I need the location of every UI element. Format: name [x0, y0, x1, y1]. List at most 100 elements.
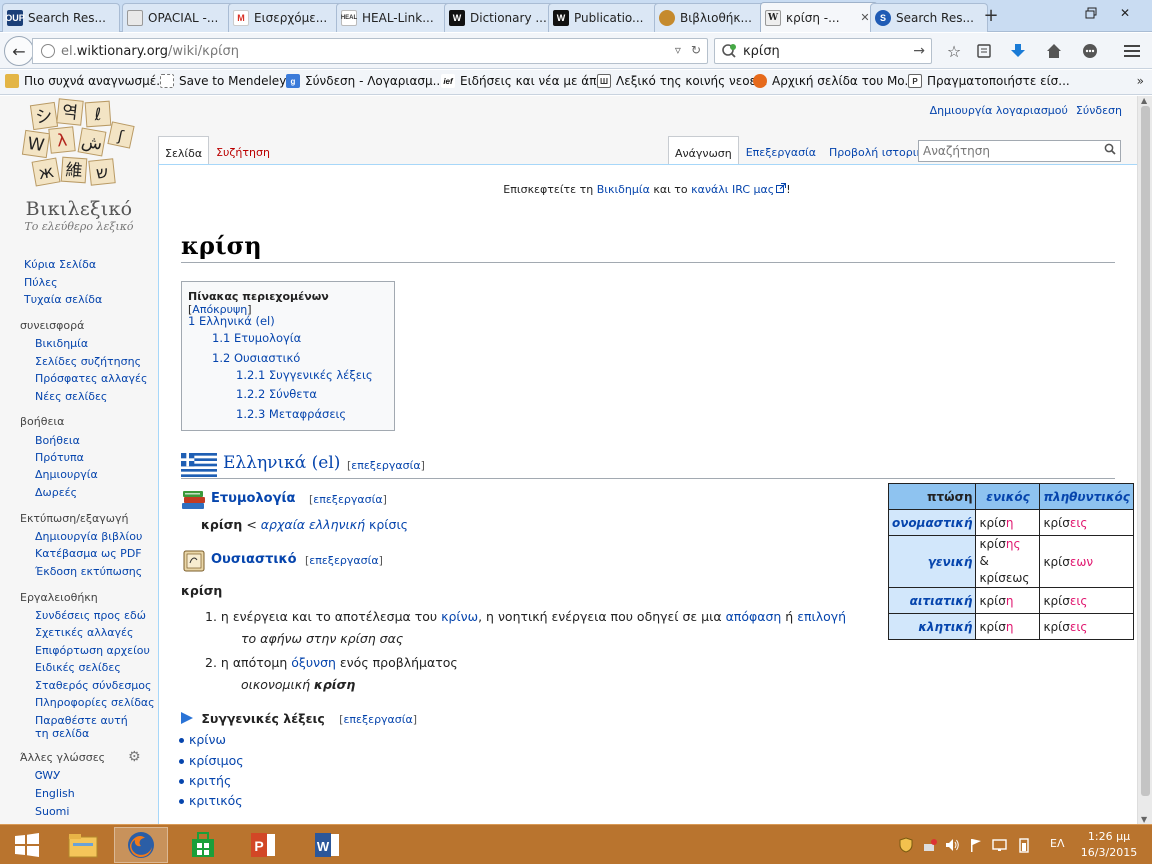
- start-button[interactable]: [0, 827, 54, 863]
- sidebar-item-portals[interactable]: Πύλες: [24, 276, 58, 289]
- toc-entry[interactable]: 1.2 Ουσιαστικό: [212, 351, 300, 365]
- list-item[interactable]: κρίνω: [179, 732, 226, 747]
- search-bar[interactable]: κρίση →: [714, 38, 932, 64]
- url-bar[interactable]: el. wiktionary.org/wiki/κρίση ▿ ↻: [32, 38, 708, 64]
- reload-icon[interactable]: ↻: [691, 43, 701, 57]
- battery-icon[interactable]: [1016, 837, 1032, 853]
- toc-entry[interactable]: 1.1 Ετυμολογία: [212, 331, 301, 345]
- gear-icon[interactable]: ⚙: [128, 750, 142, 764]
- browser-tab-5[interactable]: W Dictionary ...: [444, 3, 562, 32]
- browser-tab-7[interactable]: Βιβλιοθήκ...: [654, 3, 772, 32]
- edit-section-link[interactable]: επεξεργασία: [313, 493, 382, 506]
- sidebar-item-language-english[interactable]: English: [35, 787, 75, 800]
- powerpoint-button[interactable]: P: [236, 827, 290, 863]
- sidebar-item-page-info[interactable]: Πληροφορίες σελίδας: [35, 696, 155, 709]
- create-account-link[interactable]: Δημιουργία λογαριασμού: [930, 104, 1068, 117]
- sidebar-item-recent-changes[interactable]: Πρόσφατες αλλαγές: [35, 372, 147, 385]
- sidebar-item-templates[interactable]: Πρότυπα: [35, 451, 84, 464]
- download-icon[interactable]: [1008, 41, 1028, 61]
- back-button[interactable]: ←: [4, 36, 34, 66]
- sidebar-item-permanent-link[interactable]: Σταθερός σύνδεσμος: [35, 679, 151, 692]
- volume-icon[interactable]: [944, 837, 960, 853]
- definition-link[interactable]: επιλογή: [797, 609, 846, 624]
- sidebar-item-talk-pages[interactable]: Σελίδες συζήτησης: [35, 355, 141, 368]
- sidebar-item-donations[interactable]: Δωρεές: [35, 486, 77, 499]
- sidebar-item-related-changes[interactable]: Σχετικές αλλαγές: [35, 626, 133, 639]
- sidebar-item-community[interactable]: Βικιδημία: [35, 337, 88, 350]
- sidebar-item-help[interactable]: Βοήθεια: [35, 434, 80, 447]
- bookmark-star-icon[interactable]: ☆: [944, 41, 964, 61]
- bookmark-item[interactable]: g Σύνδεση - Λογαριασμ...: [286, 74, 444, 88]
- restore-window-icon[interactable]: [1078, 2, 1104, 24]
- list-item[interactable]: κριτής: [178, 773, 231, 788]
- system-clock[interactable]: 1:26 μμ 16/3/2015: [1074, 829, 1144, 861]
- toc-entry[interactable]: 1.2.1 Συγγενικές λέξεις: [236, 368, 373, 382]
- case-nominative[interactable]: ονομαστική: [887, 509, 977, 536]
- table-header-plural[interactable]: πληθυντικός: [1039, 483, 1134, 510]
- reading-list-icon[interactable]: [974, 41, 994, 61]
- toc-entry[interactable]: 1.2.2 Σύνθετα: [236, 387, 317, 401]
- close-window-icon[interactable]: ✕: [1112, 2, 1138, 24]
- ancient-greek-link[interactable]: αρχαία ελληνική: [261, 517, 365, 532]
- sidebar-item-special-pages[interactable]: Ειδικές σελίδες: [35, 661, 121, 674]
- case-genitive[interactable]: γενική: [887, 535, 977, 588]
- edit-section-link[interactable]: επεξεργασία: [351, 459, 420, 472]
- browser-tab-6[interactable]: W Publicatio...: [548, 3, 666, 32]
- case-accusative[interactable]: αιτιατική: [887, 587, 977, 614]
- word-button[interactable]: W: [300, 827, 354, 863]
- bookmark-item[interactable]: Save to Mendeley: [160, 74, 286, 88]
- history-dropdown-icon[interactable]: ▿: [675, 43, 681, 57]
- table-header-singular[interactable]: ενικός: [975, 483, 1041, 510]
- new-tab-button[interactable]: +: [980, 6, 1002, 26]
- input-language-indicator[interactable]: ΕΛ: [1050, 837, 1064, 850]
- case-vocative[interactable]: κλητική: [887, 613, 977, 640]
- sidebar-item-random-page[interactable]: Τυχαία σελίδα: [24, 293, 102, 306]
- sidebar-item-main-page[interactable]: Κύρια Σελίδα: [24, 258, 96, 271]
- home-icon[interactable]: [1044, 41, 1064, 61]
- sidebar-item-create[interactable]: Δημιουργία: [35, 468, 98, 481]
- browser-tab-1[interactable]: OUP Search Res...: [2, 3, 120, 32]
- browser-tab-4[interactable]: HEAL HEAL-Link...: [336, 3, 454, 32]
- browser-tab-9[interactable]: S Search Res...: [870, 3, 988, 32]
- sidebar-item-download-pdf[interactable]: Κατέβασμα ως PDF: [35, 547, 142, 560]
- search-engine-icon[interactable]: [721, 43, 737, 59]
- edit-section-link[interactable]: επεξεργασία: [309, 554, 378, 567]
- network-warning-icon[interactable]: [922, 837, 938, 853]
- tab-page[interactable]: Σελίδα: [158, 136, 210, 164]
- scrollbar-thumb[interactable]: [1141, 106, 1150, 796]
- browser-tab-3[interactable]: M Εισερχόμε...: [228, 3, 346, 32]
- file-explorer-button[interactable]: [56, 827, 110, 863]
- search-go-icon[interactable]: →: [913, 43, 925, 59]
- definition-link[interactable]: όξυνση: [291, 655, 336, 670]
- scroll-down-icon[interactable]: ▼: [1141, 815, 1147, 824]
- toc-entry[interactable]: 1 Ελληνικά (el): [188, 314, 275, 328]
- site-notice-community-link[interactable]: Βικιδημία: [597, 183, 650, 196]
- toc-entry[interactable]: 1.2.3 Μεταφράσεις: [236, 407, 346, 421]
- menu-icon[interactable]: [1122, 41, 1142, 61]
- bookmark-item[interactable]: Ш Λεξικό της κοινής νεοε...: [597, 74, 767, 88]
- definition-link[interactable]: κρίνω: [441, 609, 478, 624]
- definition-link[interactable]: απόφαση: [726, 609, 782, 624]
- sidebar-item-create-book[interactable]: Δημιουργία βιβλίου: [35, 530, 142, 543]
- page-scrollbar[interactable]: ▲ ▼: [1137, 96, 1152, 824]
- edit-section-link[interactable]: επεξεργασία: [343, 713, 412, 726]
- bookmark-item[interactable]: Πιο συχνά αναγνωσμέ...: [5, 74, 168, 88]
- bookmark-item[interactable]: ief Ειδήσεις και νέα με άπ...: [441, 74, 608, 88]
- flag-icon[interactable]: [968, 837, 984, 853]
- bookmarks-overflow-button[interactable]: »: [1137, 74, 1144, 88]
- sidebar-item-language-finnish[interactable]: Suomi: [35, 805, 69, 818]
- display-icon[interactable]: [992, 837, 1008, 853]
- browser-tab-2[interactable]: OPACIAL -...: [122, 3, 240, 32]
- site-notice-irc-link[interactable]: κανάλι IRC μας: [691, 183, 774, 196]
- etymon-link[interactable]: κρίσις: [369, 517, 408, 532]
- login-link[interactable]: Σύνδεση: [1076, 104, 1122, 117]
- chat-icon[interactable]: [1080, 41, 1100, 61]
- bookmark-item[interactable]: Αρχική σελίδα του Mo...: [753, 74, 916, 88]
- sidebar-item-new-pages[interactable]: Νέες σελίδες: [35, 390, 107, 403]
- scroll-up-icon[interactable]: ▲: [1141, 96, 1147, 105]
- sidebar-item-printable-version[interactable]: Έκδοση εκτύπωσης: [35, 565, 142, 578]
- wiki-search-input[interactable]: Αναζήτηση: [918, 140, 1121, 162]
- sidebar-item-upload-file[interactable]: Επιφόρτωση αρχείου: [35, 644, 150, 657]
- firefox-taskbar-button[interactable]: [114, 827, 168, 863]
- search-icon[interactable]: [1104, 143, 1116, 155]
